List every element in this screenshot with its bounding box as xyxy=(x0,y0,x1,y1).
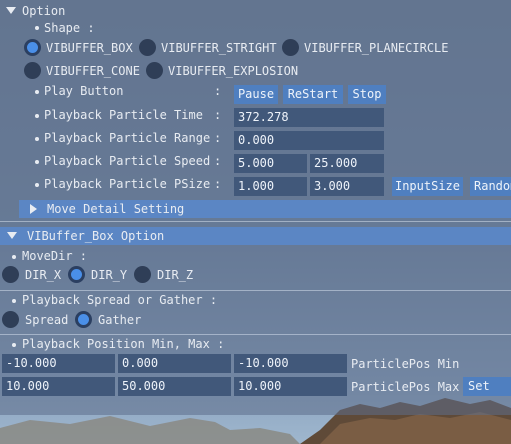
pos-min-y-input[interactable]: 0.000 xyxy=(118,354,231,373)
expand-arrow-icon[interactable] xyxy=(30,204,37,214)
collapse-arrow-icon[interactable] xyxy=(7,232,17,239)
radio-dir-y[interactable] xyxy=(68,266,85,283)
shape-label: Shape : xyxy=(44,21,95,35)
radio-vibuffer-box[interactable] xyxy=(24,39,41,56)
range-input[interactable]: 0.000 xyxy=(234,131,384,150)
box-option-label[interactable]: VIBuffer_Box Option xyxy=(27,229,164,243)
stop-button[interactable]: Stop xyxy=(348,85,386,104)
radio-dir-z[interactable] xyxy=(134,266,151,283)
move-detail-label[interactable]: Move Detail Setting xyxy=(47,202,184,216)
bullet-icon xyxy=(35,160,39,164)
input-size-button[interactable]: InputSize xyxy=(392,177,463,196)
radio-label-vibuffer-planecircle: VIBUFFER_PLANECIRCLE xyxy=(304,41,449,55)
bullet-icon xyxy=(12,343,16,347)
psize-max-input[interactable]: 3.000 xyxy=(310,177,384,196)
divider xyxy=(0,221,511,222)
play-button-label: Play Button xyxy=(44,84,124,98)
radio-label-vibuffer-box: VIBUFFER_BOX xyxy=(46,41,133,55)
bullet-icon xyxy=(35,183,39,187)
position-label: Playback Position Min, Max : xyxy=(22,337,225,351)
radio-label-dir-y: DIR_Y xyxy=(91,268,128,282)
radio-label-gather: Gather xyxy=(98,313,142,327)
bullet-icon xyxy=(35,137,39,141)
speed-min-input[interactable]: 5.000 xyxy=(234,154,307,173)
radio-vibuffer-stright[interactable] xyxy=(139,39,156,56)
radio-label-vibuffer-cone: VIBUFFER_CONE xyxy=(46,64,140,78)
pos-max-x-input[interactable]: 10.000 xyxy=(2,377,115,396)
bullet-icon xyxy=(12,255,16,259)
radio-label-dir-z: DIR_Z xyxy=(157,268,194,282)
pos-max-z-input[interactable]: 10.000 xyxy=(234,377,347,396)
bullet-icon xyxy=(35,114,39,118)
speed-label: Playback Particle Speed xyxy=(44,154,211,168)
pos-min-label: ParticlePos Min xyxy=(351,357,460,371)
bullet-icon xyxy=(35,26,39,30)
time-label: Playback Particle Time xyxy=(44,108,203,122)
restart-button[interactable]: ReStart xyxy=(283,85,343,104)
radio-vibuffer-planecircle[interactable] xyxy=(282,39,299,56)
bullet-icon xyxy=(12,299,16,303)
range-colon: : xyxy=(214,131,222,145)
radio-label-vibuffer-explosion: VIBUFFER_EXPLOSION xyxy=(168,64,299,78)
spread-label: Playback Spread or Gather : xyxy=(22,293,218,307)
radio-vibuffer-cone[interactable] xyxy=(24,62,41,79)
radio-vibuffer-explosion[interactable] xyxy=(146,62,163,79)
movedir-label: MoveDir : xyxy=(22,249,88,263)
time-input[interactable]: 372.278 xyxy=(234,108,384,127)
speed-max-input[interactable]: 25.000 xyxy=(310,154,384,173)
pos-max-label: ParticlePos Max xyxy=(351,380,460,394)
pause-button[interactable]: Pause xyxy=(234,85,278,104)
radio-label-spread: Spread xyxy=(25,313,69,327)
radio-gather[interactable] xyxy=(75,311,92,328)
speed-colon: : xyxy=(214,154,222,168)
pos-max-y-input[interactable]: 50.000 xyxy=(118,377,231,396)
pos-min-z-input[interactable]: -10.000 xyxy=(234,354,347,373)
radio-dir-x[interactable] xyxy=(2,266,19,283)
radio-label-dir-x: DIR_X xyxy=(25,268,62,282)
range-label: Playback Particle Range xyxy=(44,131,211,145)
radio-spread[interactable] xyxy=(2,311,19,328)
psize-colon: : xyxy=(214,177,222,191)
random-button[interactable]: Random xyxy=(470,177,511,196)
set-box-button[interactable]: Set Box xyxy=(463,377,511,396)
divider xyxy=(0,334,511,335)
option-header[interactable]: Option xyxy=(22,4,65,18)
bullet-icon xyxy=(35,90,39,94)
collapse-arrow-icon[interactable] xyxy=(6,7,16,14)
pos-min-x-input[interactable]: -10.000 xyxy=(2,354,115,373)
time-colon: : xyxy=(214,108,222,122)
radio-label-vibuffer-stright: VIBUFFER_STRIGHT xyxy=(161,41,277,55)
psize-label: Playback Particle PSize xyxy=(44,177,211,191)
psize-min-input[interactable]: 1.000 xyxy=(234,177,307,196)
play-colon: : xyxy=(214,84,222,98)
divider xyxy=(0,290,511,291)
